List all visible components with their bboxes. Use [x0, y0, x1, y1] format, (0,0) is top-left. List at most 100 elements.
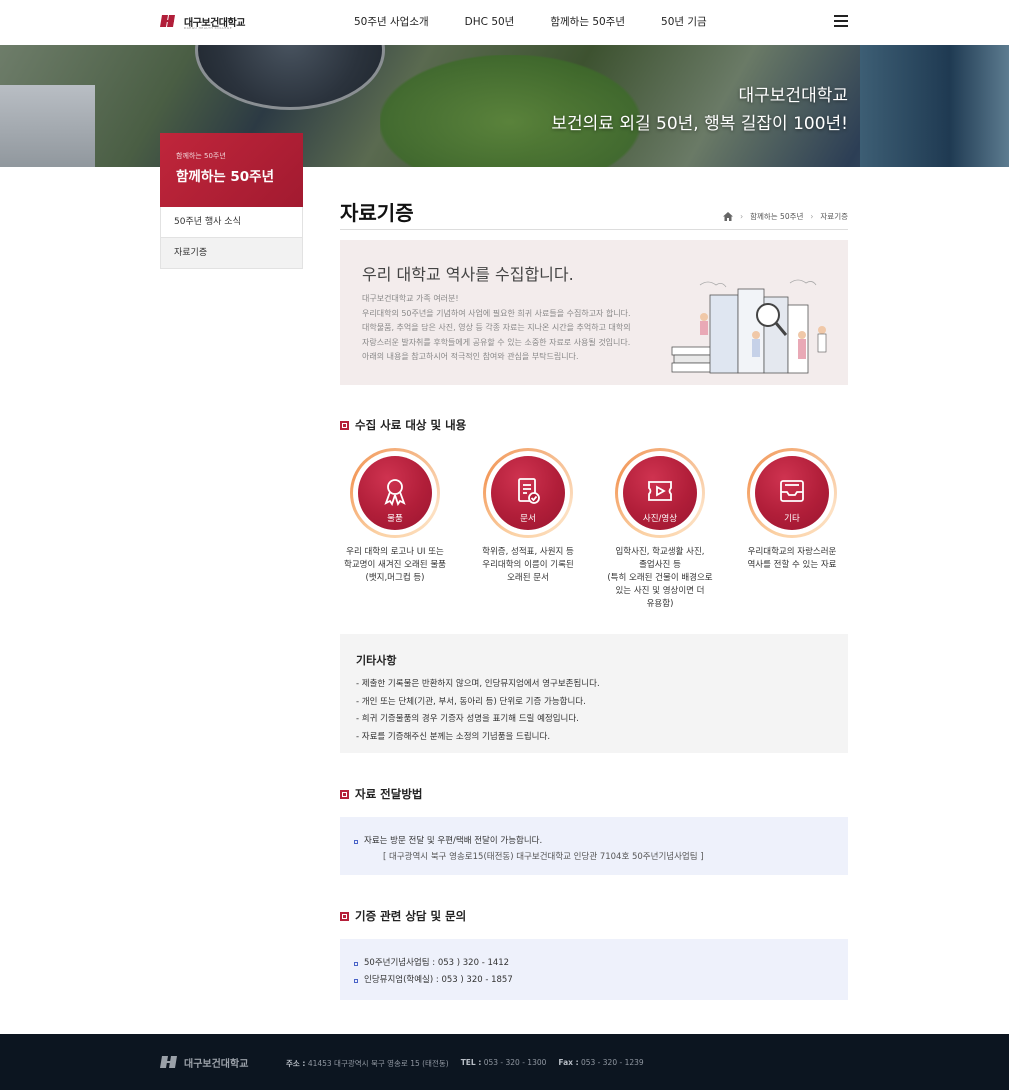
hero-building-right: [860, 45, 1009, 167]
breadcrumb-current: 자료기증: [820, 212, 848, 221]
footer-label: Fax :: [558, 1058, 579, 1067]
intro-box: 우리 대학교 역사를 수집합니다. 대구보건대학교 가족 여러분! 우리대학의 …: [340, 240, 848, 385]
item-photos-videos: 사진/영상 입학사진, 학교생활 사진, 졸업사진 등 (특히 오래된 건물이 …: [594, 448, 726, 611]
item-desc-line: 역사를 전할 수 있는 자료: [747, 560, 837, 570]
notes-line: - 제출한 기록물은 반환하지 않으며, 인당뮤지엄에서 영구보존됩니다.: [356, 679, 600, 689]
footer-logo-text: 대구보건대학교: [184, 1058, 249, 1070]
item-label: 기타: [784, 514, 800, 524]
hero-dome: [195, 45, 385, 110]
hero-banner: 대구보건대학교 보건의료 외길 50년, 행복 길잡이 100년!: [0, 45, 1009, 167]
delivery-text: 자료는 방문 전달 및 우편/택배 전달이 가능합니다.: [364, 836, 543, 846]
item-others: 기타 우리대학교의 자랑스러운 역사를 전할 수 있는 자료: [726, 448, 858, 572]
notes-line: - 자료를 기증해주신 분께는 소정의 기념품을 드립니다.: [356, 731, 551, 742]
home-icon[interactable]: [723, 212, 734, 221]
side-nav-header: 함께하는 50주년 함께하는 50주년: [160, 133, 303, 207]
item-desc-line: 우리 대학의 로고나 UI 또는: [346, 547, 444, 557]
footer-value: 053 - 320 - 1239: [580, 1058, 644, 1067]
hero-text: 대구보건대학교 보건의료 외길 50년, 행복 길잡이 100년!: [551, 82, 848, 138]
award-ribbon-icon: [384, 479, 406, 506]
hero-slogan: 보건의료 외길 50년, 행복 길잡이 100년!: [551, 114, 848, 134]
item-label: 사진/영상: [642, 514, 678, 524]
nav-item-project[interactable]: 50주년 사업소개: [354, 14, 429, 29]
hamburger-menu-icon[interactable]: [834, 15, 848, 27]
footer-value: 41453 대구광역시 북구 영송로 15 (태전동): [307, 1059, 449, 1068]
chevron-right-icon: ›: [810, 212, 814, 221]
hero-title: 대구보건대학교: [738, 86, 848, 106]
footer-address: 주소 : 41453 대구광역시 북구 영송로 15 (태전동): [286, 1058, 449, 1069]
item-desc-line: 유용함): [646, 599, 674, 609]
section-square-icon: [340, 789, 349, 799]
notes-line: - 개인 또는 단체(기관, 부서, 동아리 등) 단위로 기증 가능합니다.: [356, 696, 586, 707]
contact-box: 50주년기념사업팀 : 053 ) 320 - 1412 인당뮤지엄(학예실) …: [340, 939, 848, 1000]
item-label: 문서: [520, 514, 536, 524]
delivery-line: 자료는 방문 전달 및 우편/택배 전달이 가능합니다.: [354, 833, 834, 850]
notes-box: 기타사항 - 제출한 기록물은 반환하지 않으며, 인당뮤지엄에서 영구보존됩니…: [340, 634, 848, 753]
intro-line: 아래의 내용을 참고하시어 적극적인 참여와 관심을 부탁드립니다.: [362, 352, 579, 361]
intro-line: 우리대학의 50주년을 기념하여 사업에 필요한 희귀 사료들을 수집하고자 합…: [362, 308, 631, 318]
side-nav-title: 함께하는 50주년: [176, 169, 275, 185]
item-goods: 물품 우리 대학의 로고나 UI 또는 학교명이 새겨진 오래된 물품 (뱃지,…: [329, 448, 461, 585]
item-desc-line: (특히 오래된 건물이 배경으로: [607, 573, 713, 583]
hero-building-left: [0, 85, 95, 167]
footer-fax: Fax : 053 - 320 - 1239: [558, 1058, 643, 1069]
delivery-box: 자료는 방문 전달 및 우편/택배 전달이 가능합니다. [ 대구광역시 북구 …: [340, 817, 848, 875]
intro-line: 대학물품, 추억을 담은 사진, 영상 등 각종 자료는 지나온 시간을 추억하…: [362, 323, 631, 332]
item-description: 우리대학교의 자랑스러운 역사를 전할 수 있는 자료: [726, 546, 858, 572]
intro-title: 우리 대학교 역사를 수집합니다.: [362, 265, 574, 284]
delivery-address: [ 대구광역시 북구 영송로15(태전동) 대구보건대학교 인당관 7104호 …: [383, 852, 704, 862]
section-title-text: 자료 전달방법: [355, 787, 423, 801]
item-desc-line: 우리대학의 이름이 기록된: [482, 560, 574, 570]
site-footer: 대구보건대학교 주소 : 41453 대구광역시 북구 영송로 15 (태전동)…: [0, 1034, 1009, 1090]
inbox-tray-icon: [780, 480, 804, 502]
side-nav: 50주년 행사 소식 자료기증: [160, 207, 303, 269]
intro-line: 대구보건대학교 가족 여러분!: [362, 294, 459, 303]
main-nav: 50주년 사업소개 DHC 50년 함께하는 50주년 50년 기금: [354, 14, 743, 29]
contact-line: 50주년기념사업팀 : 053 ) 320 - 1412: [354, 955, 834, 972]
title-divider: [340, 229, 848, 230]
nav-item-dhc50[interactable]: DHC 50년: [465, 14, 515, 29]
contact-text: 인당뮤지엄(학예실) : 053 ) 320 - 1857: [364, 975, 513, 985]
footer-label: TEL :: [460, 1058, 482, 1067]
notes-title: 기타사항: [356, 654, 397, 667]
nav-item-together[interactable]: 함께하는 50주년: [550, 14, 625, 29]
video-play-icon: [648, 481, 672, 501]
bullet-icon: [354, 978, 358, 983]
contact-text: 50주년기념사업팀 : 053 ) 320 - 1412: [364, 958, 510, 968]
bullet-icon: [354, 839, 358, 844]
item-desc-line: 학교명이 새겨진 오래된 물품: [344, 560, 446, 570]
contact-line: 인당뮤지엄(학예실) : 053 ) 320 - 1857: [354, 972, 834, 989]
footer-tel: TEL : 053 - 320 - 1300: [461, 1058, 547, 1069]
item-desc-line: 있는 사진 및 영상이면 더: [615, 586, 705, 596]
item-description: 입학사진, 학교생활 사진, 졸업사진 등 (특히 오래된 건물이 배경으로 있…: [594, 546, 726, 611]
item-desc-line: 입학사진, 학교생활 사진,: [615, 547, 705, 557]
section-title-items: 수집 사료 대상 및 내용: [340, 417, 466, 433]
site-header: 대구보건대학교 DAEGU HEALTH COLLEGE 50주년 사업소개 D…: [0, 0, 1009, 45]
archive-illustration: [671, 279, 827, 374]
footer-label: 주소 :: [286, 1059, 306, 1068]
item-description: 학위증, 성적표, 사원지 등 우리대학의 이름이 기록된 오래된 문서: [462, 546, 594, 585]
section-square-icon: [340, 420, 349, 430]
section-title-text: 수집 사료 대상 및 내용: [355, 418, 467, 432]
section-square-icon: [340, 911, 349, 921]
page-title: 자료기증: [340, 201, 414, 225]
item-desc-line: 졸업사진 등: [639, 560, 681, 570]
logo-mark-icon: [160, 15, 175, 27]
intro-line: 자랑스러운 발자취를 후학들에게 공유할 수 있는 소중한 자료로 사용될 것입…: [362, 337, 631, 347]
bullet-icon: [354, 961, 358, 966]
item-label: 물품: [387, 514, 403, 524]
item-description: 우리 대학의 로고나 UI 또는 학교명이 새겨진 오래된 물품 (뱃지,머그컵…: [329, 546, 461, 585]
footer-info: 주소 : 41453 대구광역시 북구 영송로 15 (태전동) TEL : 0…: [286, 1058, 644, 1069]
breadcrumb: › 함께하는 50주년 › 자료기증: [723, 211, 848, 222]
breadcrumb-item[interactable]: 함께하는 50주년: [750, 211, 803, 222]
chevron-right-icon: ›: [740, 212, 744, 221]
side-item-donation[interactable]: 자료기증: [160, 238, 303, 269]
site-logo[interactable]: 대구보건대학교 DAEGU HEALTH COLLEGE: [160, 13, 245, 30]
footer-logo: 대구보건대학교: [160, 1054, 248, 1070]
intro-body: 대구보건대학교 가족 여러분! 우리대학의 50주년을 기념하여 사업에 필요한…: [362, 292, 672, 365]
item-desc-line: 우리대학교의 자랑스러운: [747, 547, 837, 557]
logo-mark-icon: [160, 1056, 177, 1068]
side-item-events[interactable]: 50주년 행사 소식: [160, 207, 303, 238]
nav-item-fund[interactable]: 50년 기금: [661, 14, 707, 29]
section-title-contact: 기증 관련 상담 및 문의: [340, 908, 466, 924]
item-documents: 문서 학위증, 성적표, 사원지 등 우리대학의 이름이 기록된 오래된 문서: [462, 448, 594, 585]
